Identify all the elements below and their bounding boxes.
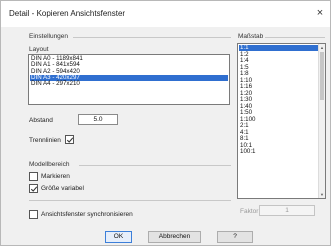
- groesse-variabel-label: Größe variabel: [41, 185, 84, 192]
- einstellungen-heading: Einstellungen: [29, 33, 69, 40]
- modellbereich-separator: [79, 165, 231, 166]
- sync-label: Ansichtsfenster synchronisieren: [41, 211, 133, 218]
- cancel-button[interactable]: Abbrechen: [148, 231, 201, 243]
- massstab-item[interactable]: 1:1: [239, 44, 318, 51]
- massstab-heading: Maßstab: [238, 33, 264, 40]
- einstellungen-separator: [73, 37, 231, 38]
- massstab-item[interactable]: 1:4: [239, 57, 318, 64]
- bottom-separator: [29, 200, 231, 201]
- sync-checkbox[interactable]: [29, 210, 38, 219]
- ok-button[interactable]: OK: [105, 231, 132, 243]
- massstab-item[interactable]: 4:1: [239, 129, 318, 136]
- scroll-down-icon[interactable]: ▼: [319, 192, 325, 197]
- modellbereich-heading: Modellbereich: [29, 161, 70, 168]
- close-icon[interactable]: ×: [311, 4, 329, 22]
- abstand-label: Abstand: [29, 117, 53, 124]
- massstab-item[interactable]: 1:100: [239, 116, 318, 123]
- markieren-checkbox[interactable]: [29, 172, 38, 181]
- massstab-item[interactable]: 1:2: [239, 51, 318, 58]
- dialog-title: Detail - Kopieren Ansichtsfenster: [9, 9, 126, 18]
- trennlinien-label: Trennlinien: [29, 137, 61, 144]
- massstab-listbox[interactable]: ▲ ▼ 1:1 1:2 1:4 1:5 1:8 1:10 1:16 1:20 1:30 1:40 1…: [237, 43, 326, 199]
- markieren-label: Markieren: [41, 173, 70, 180]
- massstab-scrollbar[interactable]: ▲ ▼: [318, 44, 325, 198]
- scroll-thumb[interactable]: [320, 52, 324, 100]
- layout-label: Layout: [29, 46, 49, 53]
- massstab-item[interactable]: 100:1: [239, 148, 318, 155]
- massstab-item[interactable]: 1:5: [239, 64, 318, 71]
- abstand-input[interactable]: 5.0: [78, 114, 118, 125]
- massstab-item[interactable]: 2:1: [239, 122, 318, 129]
- scroll-up-icon[interactable]: ▲: [319, 45, 325, 50]
- help-button[interactable]: ?: [217, 231, 253, 243]
- title-bar[interactable]: Detail - Kopieren Ansichtsfenster ×: [1, 1, 330, 27]
- faktor-label: Faktor: [240, 208, 259, 215]
- dialog-window: Detail - Kopieren Ansichtsfenster × Eins…: [0, 0, 331, 246]
- layout-listbox[interactable]: DIN A0 - 1189x841 DIN A1 - 841x594 DIN A2 …: [28, 54, 230, 105]
- massstab-separator: [265, 37, 325, 38]
- layout-item[interactable]: DIN A4 - 297x210: [30, 81, 228, 87]
- trennlinien-checkbox[interactable]: [65, 135, 74, 144]
- faktor-input[interactable]: 1: [259, 205, 315, 216]
- groesse-variabel-checkbox[interactable]: [29, 184, 38, 193]
